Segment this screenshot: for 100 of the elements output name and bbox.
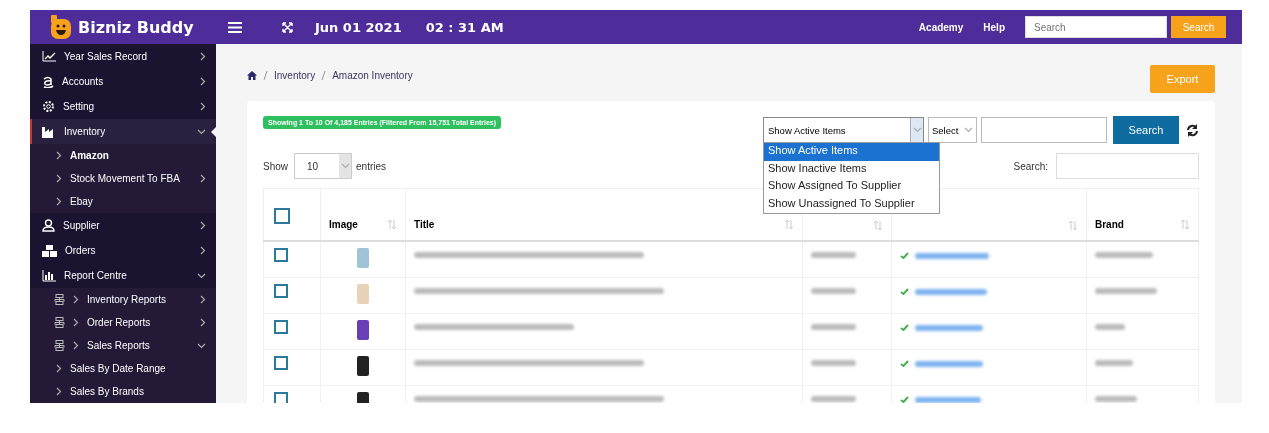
column-header[interactable]: Title [414, 219, 435, 230]
chevron-right-icon [73, 318, 79, 327]
sidebar-item[interactable]: Stock Movement To FBA [30, 167, 216, 190]
check-icon [900, 288, 909, 295]
chevron-right-icon [56, 174, 62, 183]
checkbox[interactable] [274, 356, 288, 370]
table-search-field[interactable] [1056, 153, 1199, 179]
menu-icon[interactable] [228, 21, 242, 33]
letter-a-icon [42, 75, 54, 88]
checkbox[interactable] [274, 284, 288, 298]
chevron-down-icon [197, 128, 206, 135]
sidebar-item[interactable]: Setting [30, 94, 216, 119]
chevron-right-icon [73, 295, 79, 304]
blurred-text [811, 396, 856, 402]
breadcrumb-link[interactable]: Amazon Inventory [332, 70, 413, 81]
sidebar-item[interactable]: Order Reports [30, 311, 216, 334]
chevron-right-icon [56, 364, 62, 373]
dropdown-option[interactable]: Show Inactive Items [764, 160, 939, 178]
chevron-right-icon [200, 102, 206, 111]
chevron-right-icon [200, 52, 206, 61]
breadcrumb-link[interactable]: Inventory [274, 70, 316, 81]
chevron-down-icon [340, 163, 350, 169]
blurred-text [811, 360, 856, 366]
blurred-link[interactable] [915, 324, 983, 331]
sidebar-item[interactable]: Year Sales Record [30, 44, 216, 69]
photo-placeholder [357, 248, 369, 268]
refresh-icon[interactable] [1186, 123, 1199, 137]
check-icon [900, 396, 909, 403]
photo-placeholder [357, 356, 369, 376]
blurred-text [1095, 360, 1133, 366]
sort-icon[interactable] [784, 220, 794, 229]
nav-link[interactable]: Academy [918, 21, 964, 33]
sidebar-item[interactable]: Inventory Reports [30, 288, 216, 311]
user-icon [42, 219, 55, 232]
sitemap-icon [54, 294, 65, 305]
sidebar-item[interactable]: Sales By Brands [30, 380, 216, 403]
column-header[interactable]: Image [329, 219, 358, 230]
entries-label: entries [356, 160, 387, 172]
chevron-right-icon [200, 77, 206, 86]
blurred-link[interactable] [915, 252, 989, 259]
input-field[interactable] [981, 117, 1107, 143]
blurred-text [1095, 288, 1157, 294]
sidebar-item[interactable]: Inventory [30, 119, 216, 144]
sort-icon[interactable] [1180, 220, 1190, 229]
chevron-right-icon [73, 341, 79, 350]
chevron-right-icon [56, 387, 62, 396]
logo-icon [50, 15, 72, 39]
dropdown-option[interactable]: Show Unassigned To Supplier [764, 195, 939, 213]
checkbox[interactable] [274, 248, 288, 262]
dropdown-option[interactable]: Show Active Items [764, 143, 939, 161]
dropdown-option[interactable]: Show Assigned To Supplier [764, 178, 939, 196]
settings-icon [42, 100, 55, 113]
sidebar-item[interactable]: Report Centre [30, 263, 216, 288]
blurred-text [1095, 396, 1137, 402]
blurred-text [811, 324, 856, 330]
column-header[interactable]: Brand [1095, 219, 1124, 230]
chevron-down-icon [197, 272, 206, 279]
chevron-right-icon [200, 295, 206, 304]
sidebar-item[interactable]: Sales By Date Range [30, 357, 216, 380]
checkbox[interactable] [274, 320, 288, 334]
sidebar-item[interactable]: Orders [30, 238, 216, 263]
sitemap-icon [54, 340, 65, 351]
checkbox[interactable] [274, 208, 290, 224]
blurred-text [811, 288, 856, 294]
search-label: Search: [1013, 160, 1048, 172]
chevron-right-icon [56, 197, 62, 206]
slash-separator-icon [321, 71, 327, 80]
checkbox[interactable] [274, 392, 288, 403]
sort-icon[interactable] [387, 220, 397, 229]
chevron-right-icon [200, 246, 206, 255]
sort-icon[interactable] [873, 221, 883, 230]
select-dropdown[interactable]: Select [928, 117, 977, 143]
bar-chart-icon [42, 269, 56, 282]
slash-separator-icon [263, 71, 268, 80]
check-icon [900, 324, 909, 331]
search-button[interactable]: Search [1113, 116, 1179, 144]
boxes-icon [42, 244, 57, 257]
chevron-down-icon [964, 127, 974, 133]
photo-placeholder [357, 320, 369, 340]
blurred-text [811, 252, 856, 258]
date-text: Jun 01 2021 [315, 19, 402, 35]
blurred-link[interactable] [915, 360, 983, 367]
chevron-right-icon [56, 151, 62, 160]
blurred-link[interactable] [915, 288, 987, 295]
sidebar-item[interactable]: Sales Reports [30, 334, 216, 357]
home-icon[interactable] [247, 71, 257, 80]
sort-icon[interactable] [1068, 221, 1078, 230]
fullscreen-icon[interactable] [282, 21, 293, 33]
blurred-text [1095, 324, 1125, 330]
photo-placeholder [357, 284, 369, 304]
chevron-right-icon [200, 318, 206, 327]
sidebar-item[interactable]: Accounts [30, 69, 216, 94]
nav-link[interactable]: Help [983, 21, 1005, 33]
entries-select[interactable]: 10 [294, 153, 352, 179]
sidebar-item[interactable]: Ebay [30, 190, 216, 213]
sidebar-item[interactable]: Supplier [30, 213, 216, 238]
sidebar-item[interactable]: Amazon [30, 144, 216, 167]
logo-text: Bizniz Buddy [78, 17, 194, 37]
search-field[interactable]: Search [1025, 16, 1167, 38]
blurred-link[interactable] [915, 396, 981, 403]
